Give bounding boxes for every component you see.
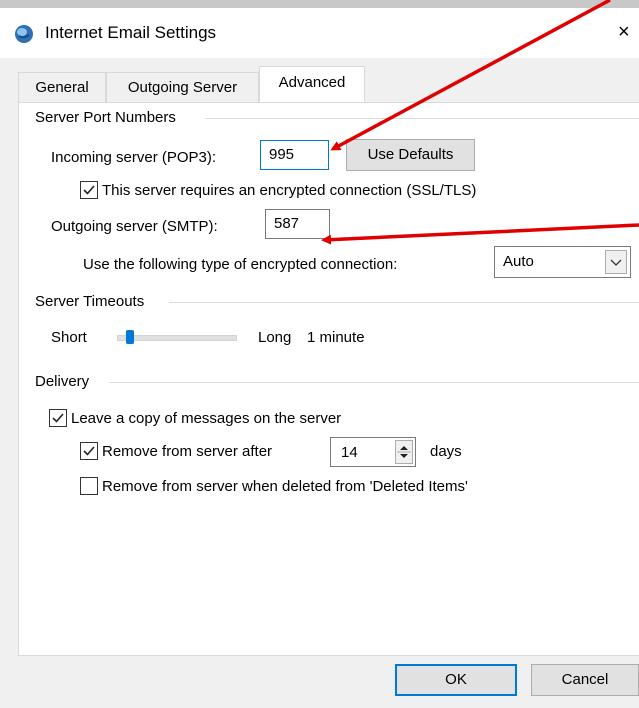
check-icon	[83, 446, 95, 456]
group-divider	[169, 302, 639, 303]
outgoing-server-label: Outgoing server (SMTP):	[51, 218, 218, 235]
tab-advanced[interactable]: Advanced	[259, 66, 365, 102]
leave-copy-label: Leave a copy of messages on the server	[71, 410, 342, 427]
section-heading-ports: Server Port Numbers	[35, 109, 182, 126]
check-icon	[83, 185, 95, 195]
dialog-body: General Outgoing Server Advanced Server …	[0, 58, 639, 708]
days-label: days	[430, 443, 462, 460]
cancel-button[interactable]: Cancel	[531, 664, 639, 696]
encryption-type-select[interactable]: Auto	[494, 246, 631, 278]
incoming-port-input[interactable]: 995	[260, 140, 329, 170]
group-divider	[205, 118, 639, 119]
section-heading-timeouts: Server Timeouts	[35, 293, 151, 310]
tab-general[interactable]: General	[18, 72, 106, 102]
encryption-type-value: Auto	[503, 253, 534, 270]
leave-copy-checkbox[interactable]	[49, 409, 67, 427]
section-heading-delivery: Delivery	[35, 373, 96, 390]
encryption-type-label: Use the following type of encrypted conn…	[83, 256, 398, 273]
remove-after-label: Remove from server after	[102, 443, 273, 460]
outlook-globe-icon	[14, 24, 34, 44]
window-top-border	[0, 0, 639, 8]
ok-button[interactable]: OK	[395, 664, 517, 696]
remove-after-checkbox[interactable]	[80, 442, 98, 460]
outgoing-port-input[interactable]: 587	[265, 209, 330, 239]
days-spinner[interactable]: 14	[330, 437, 416, 467]
check-icon	[52, 413, 64, 423]
tab-outgoing-server[interactable]: Outgoing Server	[106, 72, 259, 102]
spinner-icon[interactable]	[395, 440, 413, 464]
close-icon[interactable]: ×	[618, 20, 639, 44]
timeout-slider-thumb[interactable]	[126, 330, 135, 344]
window-title: Internet Email Settings	[45, 23, 217, 42]
remove-deleted-checkbox[interactable]	[80, 477, 98, 495]
timeout-long-label: Long	[258, 329, 292, 346]
ssl-checkbox-label: This server requires an encrypted connec…	[102, 182, 477, 199]
incoming-server-label: Incoming server (POP3):	[51, 149, 217, 166]
remove-deleted-label: Remove from server when deleted from 'De…	[102, 478, 468, 495]
timeout-short-label: Short	[51, 329, 87, 346]
title-bar: Internet Email Settings ×	[0, 8, 639, 58]
ssl-checkbox[interactable]	[80, 181, 98, 199]
days-value: 14	[341, 444, 358, 461]
group-divider	[109, 382, 639, 383]
timeout-value: 1 minute	[307, 329, 365, 346]
chevron-down-icon[interactable]	[605, 250, 627, 274]
timeout-slider-track[interactable]	[117, 335, 237, 341]
use-defaults-button[interactable]: Use Defaults	[346, 139, 475, 171]
advanced-panel: Server Port Numbers Incoming server (POP…	[18, 102, 639, 656]
